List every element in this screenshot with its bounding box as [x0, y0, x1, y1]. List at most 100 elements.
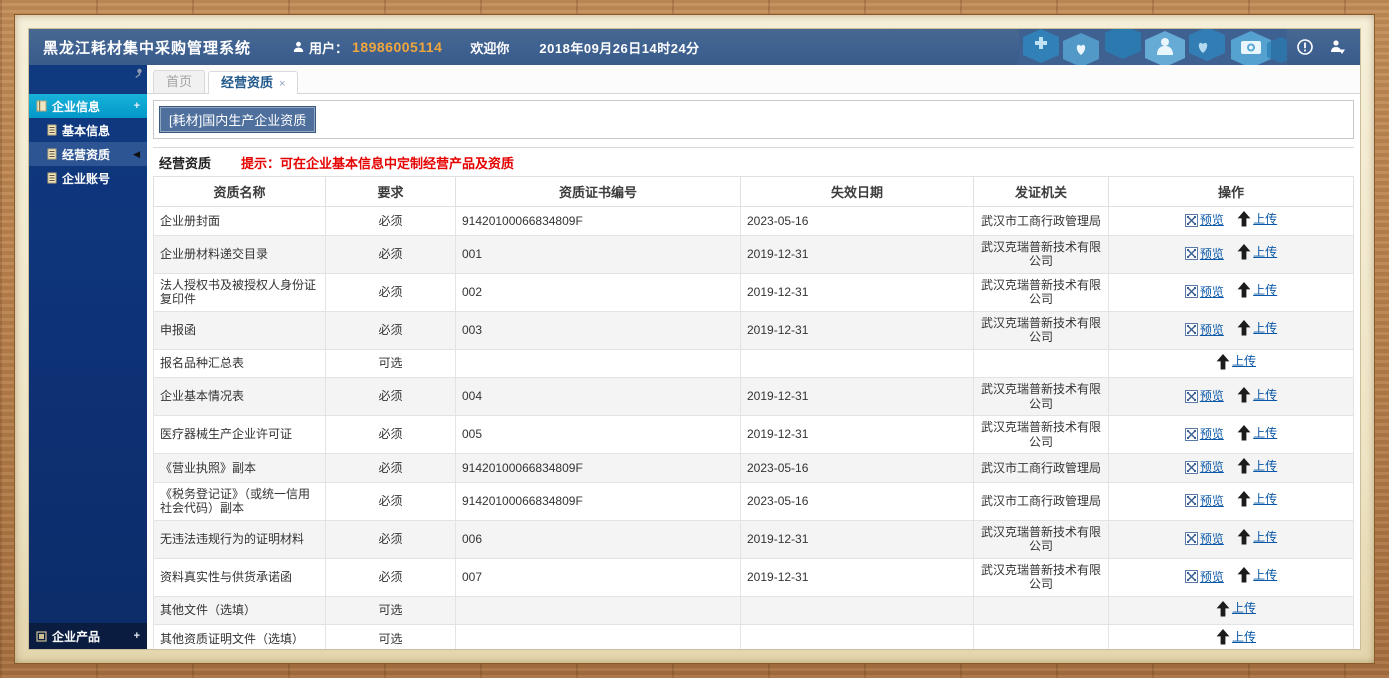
sidebar-item-business-qualification[interactable]: 经营资质 ◀ [29, 142, 147, 166]
operations-cell: 预览 上传 [1108, 453, 1354, 483]
upload-action[interactable]: 上传 [1237, 529, 1277, 545]
broken-image-icon [1184, 427, 1198, 441]
sidebar-item-enterprise-product[interactable]: 企业产品 + [29, 623, 147, 649]
upload-link-label: 上传 [1253, 321, 1278, 335]
upload-link[interactable]: 上传 [1253, 426, 1277, 441]
table-row: 报名品种汇总表 可选 预览 上传 [153, 348, 1354, 378]
app-window: 黑龙江耗材集中采购管理系统 用户： 18986005114 欢迎你 2018年0… [29, 29, 1360, 649]
upload-action[interactable]: 上传 [1237, 386, 1277, 403]
issuer-cell [973, 624, 1109, 649]
required-cell: 可选 [325, 624, 456, 649]
upload-action[interactable]: 上传 [1216, 629, 1256, 645]
preview-action[interactable]: 预览 [1184, 285, 1224, 300]
operations-cell: 预览 上传 [1108, 595, 1354, 625]
upload-link[interactable]: 上传 [1253, 530, 1277, 545]
preview-link[interactable]: 预览 [1200, 285, 1224, 300]
preview-link[interactable]: 预览 [1200, 213, 1224, 228]
upload-link[interactable]: 上传 [1232, 630, 1256, 645]
tab-label: 首页 [166, 74, 193, 89]
upload-action[interactable]: 上传 [1237, 567, 1277, 583]
col-expiry: 失效日期 [740, 176, 974, 207]
preview-action[interactable]: 预览 [1184, 532, 1224, 547]
preview-link[interactable]: 预览 [1200, 427, 1224, 442]
preview-link[interactable]: 预览 [1200, 494, 1224, 509]
preview-action[interactable]: 预览 [1184, 323, 1224, 338]
upload-link[interactable]: 上传 [1253, 321, 1277, 336]
upload-action[interactable]: 上传 [1237, 211, 1277, 227]
issuer-cell: 武汉克瑞普新技术有限公司 [973, 519, 1109, 559]
sidebar-item-label: 企业产品 [52, 629, 101, 644]
upload-action[interactable]: 上传 [1237, 244, 1277, 260]
preview-action[interactable]: 预览 [1184, 213, 1224, 228]
preview-action[interactable]: 预览 [1184, 247, 1224, 262]
sidebar-item-basic-info[interactable]: 基本信息 [29, 118, 147, 142]
issuer-cell: 武汉市工商行政管理局 [973, 206, 1109, 236]
preview-action[interactable]: 预览 [1184, 570, 1224, 585]
close-icon[interactable]: × [279, 78, 285, 90]
pin-icon[interactable] [134, 68, 143, 78]
tab-business-qualification[interactable]: 经营资质 × [208, 71, 299, 94]
qual-name-cell: 其他文件（选填） [153, 595, 326, 625]
plus-icon[interactable]: + [134, 630, 140, 642]
upload-action[interactable]: 上传 [1216, 353, 1256, 370]
upload-link-label: 上传 [1253, 283, 1278, 297]
upload-action[interactable]: 上传 [1237, 320, 1277, 336]
table-row: 其他文件（选填） 可选 预览 上传 [153, 595, 1354, 625]
broken-image-icon [1184, 494, 1198, 508]
section-title: 经营资质 [159, 156, 212, 171]
sidebar-item-label: 基本信息 [62, 123, 111, 138]
category-button[interactable]: [耗材]国内生产企业资质 [159, 106, 317, 133]
required-cell: 可选 [325, 348, 456, 378]
expiry-date-cell: 2019-12-31 [740, 272, 974, 312]
upload-action[interactable]: 上传 [1237, 282, 1277, 298]
operations-cell: 预览 上传 [1108, 557, 1354, 597]
preview-link[interactable]: 预览 [1200, 247, 1224, 262]
table-header-row: 资质名称 要求 资质证书编号 失效日期 发证机关 操作 [153, 176, 1354, 207]
operations-cell: 预览 上传 [1108, 234, 1354, 274]
upload-action[interactable]: 上传 [1216, 600, 1256, 617]
person-logout-icon[interactable] [1329, 39, 1346, 55]
operations-cell: 预览 上传 [1108, 519, 1354, 559]
plus-icon[interactable]: + [134, 100, 140, 112]
app-title: 黑龙江耗材集中采购管理系统 [43, 39, 252, 57]
required-cell: 必须 [325, 234, 456, 274]
cert-no-cell: 006 [455, 519, 741, 559]
expiry-date-cell: 2019-12-31 [740, 377, 974, 416]
table-row: 《营业执照》副本 必须 91420100066834809F 2023-05-1… [153, 453, 1354, 483]
preview-link[interactable]: 预览 [1200, 532, 1224, 547]
upload-link[interactable]: 上传 [1232, 354, 1256, 369]
datetime-text: 2018年09月26日14时24分 [539, 40, 700, 56]
upload-action[interactable]: 上传 [1237, 424, 1277, 441]
preview-action[interactable]: 预览 [1184, 389, 1224, 404]
sidebar-item-enterprise-info[interactable]: 企业信息 + [29, 94, 147, 118]
upload-link[interactable]: 上传 [1253, 283, 1277, 298]
preview-action[interactable]: 预览 [1184, 427, 1224, 442]
tab-home[interactable]: 首页 [153, 70, 206, 93]
upload-link[interactable]: 上传 [1253, 245, 1277, 260]
preview-link[interactable]: 预览 [1200, 570, 1224, 585]
preview-action[interactable]: 预览 [1184, 494, 1224, 509]
preview-link[interactable]: 预览 [1200, 323, 1224, 338]
preview-link[interactable]: 预览 [1200, 460, 1224, 475]
upload-action[interactable]: 上传 [1237, 458, 1277, 474]
upload-link[interactable]: 上传 [1253, 568, 1277, 583]
medical-hexagon-art [1019, 29, 1287, 65]
preview-link[interactable]: 预览 [1200, 389, 1224, 404]
sidebar-item-enterprise-account[interactable]: 企业账号 [29, 166, 147, 190]
upload-link[interactable]: 上传 [1232, 601, 1256, 616]
upload-link-label: 上传 [1253, 492, 1278, 506]
qual-name-cell: 资料真实性与供货承诺函 [153, 557, 326, 597]
exclamation-circle-icon[interactable] [1297, 39, 1313, 55]
preview-action[interactable]: 预览 [1184, 460, 1224, 475]
preview-link-label: 预览 [1199, 460, 1224, 475]
expiry-date-cell [740, 348, 974, 378]
expiry-date-cell: 2023-05-16 [740, 481, 974, 521]
upload-link[interactable]: 上传 [1253, 212, 1277, 227]
preview-link-label: 预览 [1199, 322, 1224, 337]
upload-link[interactable]: 上传 [1253, 459, 1277, 474]
upload-link[interactable]: 上传 [1253, 388, 1277, 403]
upload-action[interactable]: 上传 [1237, 491, 1277, 507]
upload-link[interactable]: 上传 [1253, 492, 1277, 507]
broken-image-icon [1184, 570, 1198, 584]
issuer-cell [973, 348, 1109, 378]
